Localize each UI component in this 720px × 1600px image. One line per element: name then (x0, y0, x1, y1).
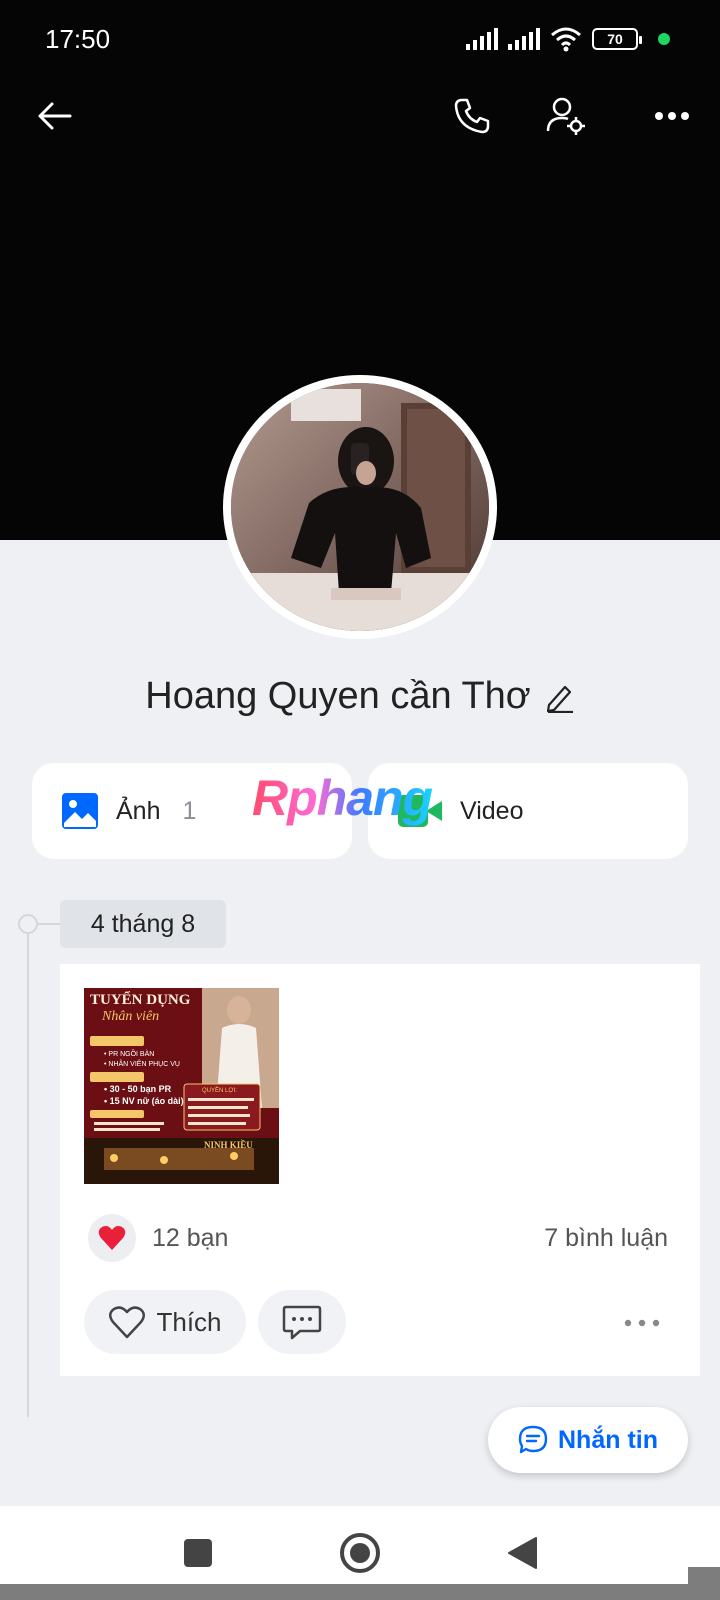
back-nav-button[interactable] (497, 1528, 547, 1578)
status-time: 17:50 (45, 24, 111, 54)
recents-button[interactable] (173, 1528, 223, 1578)
status-bar: 17:50 70 (0, 0, 720, 80)
poster-line-service: • NHÂN VIÊN PHỤC VỤ (104, 1059, 180, 1068)
edit-pencil-icon[interactable] (545, 681, 575, 713)
bottom-strip (0, 1584, 720, 1600)
home-circle-icon (340, 1533, 380, 1573)
wifi-icon (551, 27, 581, 52)
post-card: TUYỂN DỤNG Nhân viên • PR NGỒI BÀN • NHÂ… (60, 964, 700, 1376)
signal-icon-2 (508, 28, 540, 50)
reactions-count[interactable]: 12 bạn (152, 1224, 228, 1253)
message-button[interactable]: Nhắn tin (488, 1407, 688, 1473)
call-button[interactable] (444, 88, 500, 144)
comment-icon (282, 1305, 322, 1340)
square-icon (184, 1539, 212, 1567)
profile-name: Hoang Quyen cần Thơ (145, 675, 531, 717)
photo-icon (62, 793, 98, 829)
more-icon (655, 112, 689, 120)
photos-label: Ảnh (116, 796, 161, 825)
profile-name-row: Hoang Quyen cần Thơ (0, 675, 720, 718)
user-settings-button[interactable] (538, 88, 594, 144)
more-options-button[interactable] (644, 88, 700, 144)
profile-top-bar (0, 88, 720, 144)
heart-reaction-icon (98, 1226, 126, 1250)
message-label: Nhắn tin (558, 1425, 658, 1454)
comment-button[interactable] (258, 1290, 346, 1354)
signal-icon (466, 28, 498, 50)
poster-line-qty2: • 15 NV nữ (áo dài) (104, 1096, 184, 1106)
back-arrow-icon (38, 102, 72, 130)
timeline-connector (37, 923, 60, 925)
more-horizontal-icon (624, 1319, 660, 1327)
poster-brand: NINH KIỀU (204, 1140, 253, 1150)
recruitment-poster: TUYỂN DỤNG Nhân viên • PR NGỒI BÀN • NHÂ… (84, 988, 279, 1184)
avatar-photo (231, 383, 489, 631)
user-settings-icon (546, 97, 585, 135)
phone-icon (454, 98, 490, 134)
home-button[interactable] (335, 1528, 385, 1578)
poster-subtitle: Nhân viên (101, 1009, 159, 1024)
post-image[interactable]: TUYỂN DỤNG Nhân viên • PR NGỒI BÀN • NHÂ… (84, 988, 279, 1184)
triangle-back-icon (508, 1537, 537, 1569)
back-button[interactable] (26, 88, 82, 144)
poster-line-benefits: QUYỀN LỢI: (202, 1087, 237, 1094)
privacy-indicator-dot (658, 33, 670, 45)
poster-title: TUYỂN DỤNG (90, 990, 191, 1008)
watermark-logo: Rphang (252, 770, 434, 826)
chat-bubble-icon (518, 1425, 548, 1454)
avatar[interactable] (223, 375, 497, 639)
photos-count: 1 (182, 796, 197, 825)
watermark-text: Rphang (252, 770, 433, 826)
battery-icon: 70 (592, 28, 642, 50)
comments-count[interactable]: 7 bình luận (544, 1224, 668, 1253)
avatar-image (231, 383, 489, 631)
like-button[interactable]: Thích (84, 1290, 246, 1354)
poster-line-qty1: • 30 - 50 bạn PR (104, 1084, 172, 1094)
heart-outline-icon (109, 1306, 146, 1339)
post-more-button[interactable] (620, 1308, 664, 1338)
timeline-date: 4 tháng 8 (60, 900, 226, 948)
battery-level: 70 (607, 31, 623, 47)
timeline-dot (18, 914, 38, 934)
timeline-line (27, 925, 29, 1417)
like-label: Thích (156, 1306, 222, 1337)
reaction-badge[interactable] (88, 1214, 136, 1262)
status-icons: 70 (466, 26, 670, 52)
